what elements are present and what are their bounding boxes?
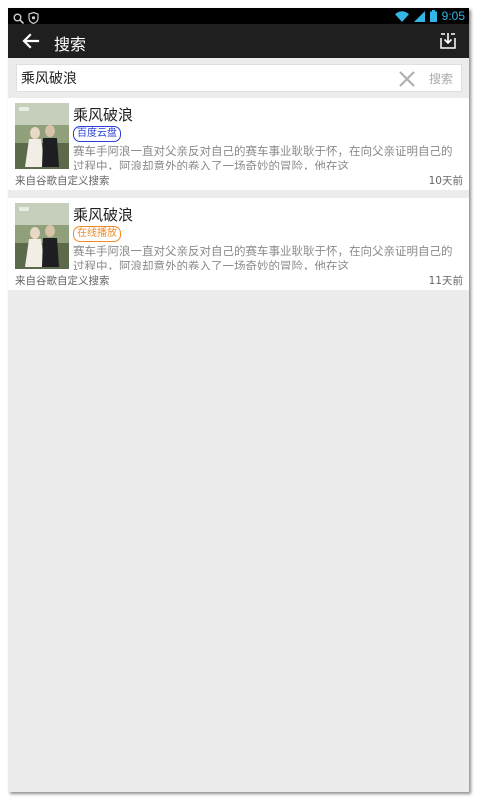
result-card[interactable]: 乘风破浪 在线播放 赛车手阿浪一直对父亲反对自己的赛车事业耿耿于怀，在向父亲证明…: [8, 198, 469, 290]
source-type-badge: 百度云盘: [73, 126, 121, 142]
result-age: 10天前: [428, 175, 463, 187]
action-bar: 搜索: [8, 24, 469, 58]
result-description: 赛车手阿浪一直对父亲反对自己的赛车事业耿耿于怀，在向父亲证明自己的过程中，阿浪却…: [73, 244, 453, 270]
wifi-icon: [394, 8, 409, 26]
poster-thumbnail: [15, 103, 69, 169]
close-x-icon: [399, 71, 415, 87]
app-window: 9:05 搜索 搜索: [8, 8, 469, 792]
result-source: 来自谷歌自定义搜索: [15, 275, 110, 287]
result-title: 乘风破浪: [73, 106, 134, 124]
search-button[interactable]: 搜索: [429, 70, 453, 87]
source-type-badge: 在线播放: [73, 226, 121, 242]
search-input[interactable]: [21, 68, 381, 88]
clear-search-button[interactable]: [397, 69, 417, 89]
status-bar: 9:05: [8, 8, 469, 26]
result-title: 乘风破浪: [73, 206, 134, 224]
result-age: 11天前: [428, 275, 463, 287]
result-source: 来自谷歌自定义搜索: [15, 175, 110, 187]
page-title: 搜索: [54, 35, 87, 54]
download-button[interactable]: [437, 30, 459, 52]
result-card[interactable]: 乘风破浪 百度云盘 赛车手阿浪一直对父亲反对自己的赛车事业耿耿于怀，在向父亲证明…: [8, 98, 469, 190]
arrow-left-icon: [22, 33, 40, 49]
poster-thumbnail: [15, 203, 69, 269]
back-button[interactable]: [20, 31, 42, 51]
battery-icon: [429, 8, 437, 26]
download-tray-icon: [440, 33, 456, 49]
search-bar: 搜索: [16, 64, 462, 92]
result-description: 赛车手阿浪一直对父亲反对自己的赛车事业耿耿于怀，在向父亲证明自己的过程中，阿浪却…: [73, 144, 453, 170]
status-time: 9:05: [441, 9, 465, 23]
signal-icon: [413, 8, 425, 26]
